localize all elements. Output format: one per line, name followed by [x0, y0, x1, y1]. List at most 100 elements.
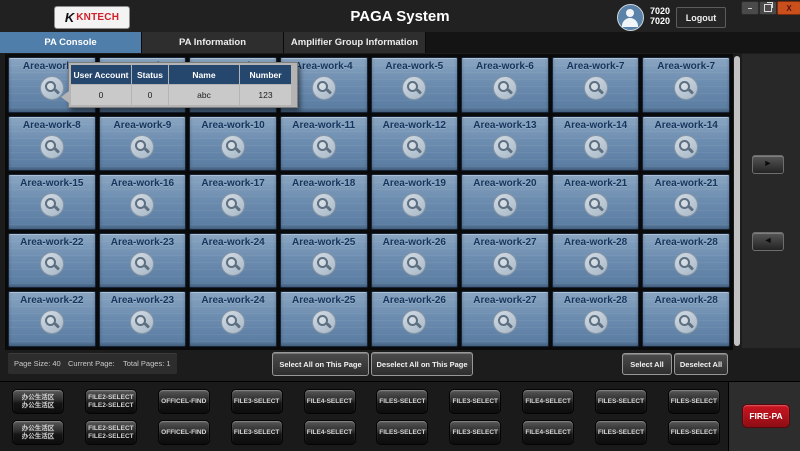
zone-preset-button[interactable]: FILE4-SELECT: [304, 420, 356, 445]
area-cell[interactable]: Area-work-18: [280, 174, 368, 230]
area-cell[interactable]: Area-work-21: [552, 174, 640, 230]
area-cell[interactable]: Area-work-23: [99, 291, 187, 347]
area-cell-label: Area-work-14: [655, 120, 718, 131]
area-cell[interactable]: Area-work-19: [371, 174, 459, 230]
area-cell[interactable]: Area-work-28: [552, 233, 640, 289]
area-cell[interactable]: Area-work-22: [8, 291, 96, 347]
zone-preset-label: FILES-SELECT: [598, 398, 644, 406]
minimize-button[interactable]: –: [741, 1, 759, 15]
restore-button[interactable]: [759, 1, 777, 15]
magnifier-icon: [221, 310, 245, 334]
area-cell[interactable]: Area-work-12: [371, 116, 459, 172]
magnifier-icon: [402, 193, 426, 217]
zone-preset-button[interactable]: 办公生活区办公生活区: [12, 389, 64, 414]
zone-preset-button[interactable]: FILES-SELECT: [668, 389, 720, 414]
zone-preset-label: FILES-SELECT: [379, 429, 425, 437]
area-cell[interactable]: Area-work-16: [99, 174, 187, 230]
area-cell[interactable]: Area-work-8: [8, 116, 96, 172]
magnifier-icon: [402, 252, 426, 276]
area-cell[interactable]: Area-work-26: [371, 233, 459, 289]
zone-preset-button[interactable]: FILES-SELECT: [376, 389, 428, 414]
tab-pa-console[interactable]: PA Console: [0, 32, 142, 53]
tooltip-column: Number 123: [240, 65, 291, 105]
zone-preset-button[interactable]: FILES-SELECT: [595, 389, 647, 414]
magnifier-icon: [130, 252, 154, 276]
area-cell[interactable]: Area-work-28: [642, 233, 730, 289]
zone-preset-label: FILE3-SELECT: [234, 398, 280, 406]
area-cell[interactable]: Area-work-6: [461, 57, 549, 113]
user-id-line2: 7020: [650, 16, 670, 26]
tab-pa-information[interactable]: PA Information: [142, 32, 284, 53]
zone-preset-button[interactable]: FILE3-SELECT: [231, 389, 283, 414]
area-cell[interactable]: Area-work-25: [280, 233, 368, 289]
select-all-button[interactable]: Select All: [622, 353, 672, 375]
zone-preset-button[interactable]: FILE3-SELECT: [231, 420, 283, 445]
zone-preset-button[interactable]: FILES-SELECT: [376, 420, 428, 445]
select-all-on-page-button[interactable]: Select All on This Page: [272, 352, 369, 376]
area-cell[interactable]: Area-work-23: [99, 233, 187, 289]
tab-amplifier-group-information[interactable]: Amplifier Group Information: [284, 32, 426, 53]
area-cell-label: Area-work-13: [473, 120, 536, 131]
zone-preset-button[interactable]: OFFICEL-FIND: [158, 420, 210, 445]
area-cell[interactable]: Area-work-11: [280, 116, 368, 172]
zone-preset-label: 办公生活区: [22, 425, 55, 433]
area-cell[interactable]: Area-work-24: [189, 233, 277, 289]
area-cell[interactable]: Area-work-27: [461, 233, 549, 289]
next-page-arrow-button[interactable]: ►: [752, 155, 784, 174]
magnifier-icon: [674, 193, 698, 217]
area-cell[interactable]: Area-work-28: [552, 291, 640, 347]
zone-preset-button[interactable]: 办公生活区办公生活区: [12, 420, 64, 445]
area-info-tooltip: User Account 0 Status 0 Name abc Number …: [68, 62, 298, 108]
area-cell[interactable]: Area-work-24: [189, 291, 277, 347]
tooltip-column: Status 0: [132, 65, 168, 105]
zone-preset-button[interactable]: FILE4-SELECT: [522, 389, 574, 414]
prev-page-arrow-button[interactable]: ◄: [752, 232, 784, 251]
area-cell-label: Area-work-16: [111, 178, 174, 189]
area-cell[interactable]: Area-work-21: [642, 174, 730, 230]
zone-preset-button[interactable]: FILE4-SELECT: [522, 420, 574, 445]
area-cell[interactable]: Area-work-13: [461, 116, 549, 172]
magnifier-icon: [402, 135, 426, 159]
area-cell[interactable]: Area-work-15: [8, 174, 96, 230]
area-cell-label: Area-work-24: [201, 237, 264, 248]
vertical-scrollbar[interactable]: [734, 56, 740, 346]
area-cell[interactable]: Area-work-14: [552, 116, 640, 172]
zone-preset-button[interactable]: FILES-SELECT: [595, 420, 647, 445]
user-avatar-icon: [617, 4, 644, 31]
zone-preset-label: FILE2-SELECT: [88, 394, 134, 402]
zone-preset-button[interactable]: FILE3-SELECT: [449, 420, 501, 445]
magnifier-icon: [674, 76, 698, 100]
area-cell-label: Area-work-12: [383, 120, 446, 131]
area-cell[interactable]: Area-work-7: [552, 57, 640, 113]
logout-button[interactable]: Logout: [676, 7, 726, 28]
area-cell[interactable]: Area-work-17: [189, 174, 277, 230]
zone-preset-button[interactable]: FILE3-SELECT: [449, 389, 501, 414]
area-cell[interactable]: Area-work-27: [461, 291, 549, 347]
zone-preset-button[interactable]: FILE2-SELECTFILE2-SELECT: [85, 389, 137, 414]
area-cell[interactable]: Area-work-26: [371, 291, 459, 347]
user-id: 7020 7020: [650, 6, 670, 26]
area-cell[interactable]: Area-work-22: [8, 233, 96, 289]
area-cell[interactable]: Area-work-9: [99, 116, 187, 172]
area-cell[interactable]: Area-work-20: [461, 174, 549, 230]
zone-preset-button[interactable]: FILE2-SELECTFILE2-SELECT: [85, 420, 137, 445]
zone-preset-button[interactable]: FILES-SELECT: [668, 420, 720, 445]
close-button[interactable]: X: [777, 1, 800, 15]
area-cell-label: Area-work-5: [385, 61, 443, 72]
deselect-all-button[interactable]: Deselect All: [674, 353, 728, 375]
zone-preset-button[interactable]: FILE4-SELECT: [304, 389, 356, 414]
area-cell[interactable]: Area-work-10: [189, 116, 277, 172]
area-cell-label: Area-work-28: [655, 237, 718, 248]
right-panel: [742, 54, 800, 348]
area-cell[interactable]: Area-work-25: [280, 291, 368, 347]
deselect-all-on-page-button[interactable]: Deselect All on This Page: [371, 352, 473, 376]
zone-preset-button[interactable]: OFFICEL-FIND: [158, 389, 210, 414]
tooltip-header-number: Number: [240, 65, 291, 84]
area-cell[interactable]: Area-work-28: [642, 291, 730, 347]
area-cell[interactable]: Area-work-14: [642, 116, 730, 172]
fire-pa-button[interactable]: FIRE-PA: [742, 404, 790, 428]
area-cell-label: Area-work-15: [20, 178, 83, 189]
area-cell[interactable]: Area-work-5: [371, 57, 459, 113]
area-cell[interactable]: Area-work-7: [642, 57, 730, 113]
magnifier-icon: [40, 135, 64, 159]
